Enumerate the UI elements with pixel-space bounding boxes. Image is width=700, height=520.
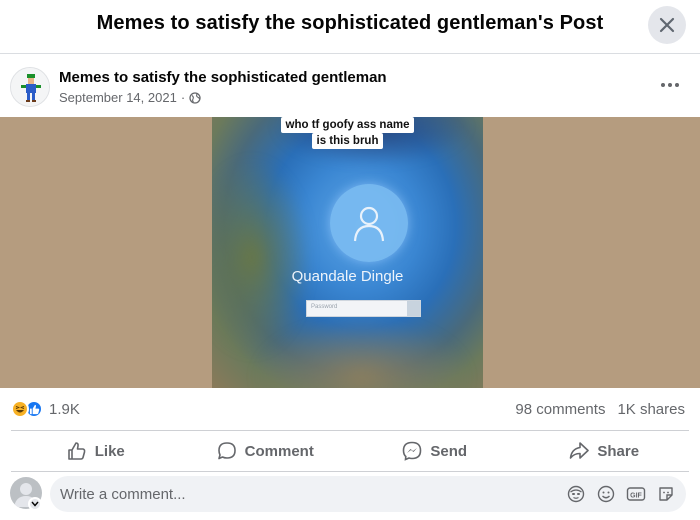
close-icon [659, 17, 675, 33]
user-account-icon [330, 184, 408, 262]
avatar-sticker-icon [567, 485, 585, 503]
page-name-link[interactable]: Memes to satisfy the sophisticated gentl… [59, 69, 387, 86]
share-button[interactable]: Share [520, 431, 690, 471]
send-label: Send [430, 442, 468, 460]
page-avatar[interactable] [10, 67, 50, 107]
post-stats: 1.9K 98 comments 1K shares [0, 388, 700, 430]
divider [11, 471, 689, 472]
meme-photo[interactable]: who tf goofy ass name is this bruh Quand… [212, 117, 483, 388]
luigi-avatar-icon [11, 68, 49, 106]
photo-blur [212, 157, 312, 357]
comment-input[interactable] [60, 476, 560, 512]
comment-box: GIF [50, 476, 686, 512]
password-box: Password [306, 300, 421, 317]
dialog-header: Memes to satisfy the sophisticated gentl… [0, 0, 700, 54]
send-button[interactable]: Send [350, 431, 520, 471]
sticker-button[interactable] [656, 484, 676, 504]
person-icon [353, 206, 385, 242]
comment-tools: GIF [566, 484, 676, 504]
submit-arrow-icon [407, 301, 420, 316]
comment-icon [217, 442, 236, 460]
shares-count-link[interactable]: 1K shares [617, 401, 685, 418]
post-actions: Like Comment Send Share [11, 431, 689, 471]
share-label: Share [597, 442, 640, 460]
post-media[interactable]: who tf goofy ass name is this bruh Quand… [0, 117, 700, 388]
login-username: Quandale Dingle [291, 268, 404, 285]
globe-icon [189, 91, 201, 104]
messenger-icon [403, 441, 422, 461]
comment-button[interactable]: Comment [181, 431, 351, 471]
more-dot [675, 83, 679, 87]
meme-caption: who tf goofy ass name is this bruh [212, 117, 483, 149]
svg-text:GIF: GIF [630, 492, 642, 499]
comments-count-link[interactable]: 98 comments [515, 401, 605, 418]
share-icon [570, 442, 590, 459]
emoji-icon [597, 485, 615, 503]
caption-line-2: is this bruh [311, 133, 384, 149]
engagement-counts: 98 comments 1K shares [515, 401, 685, 418]
like-label: Like [94, 442, 125, 460]
reactions-summary[interactable]: 1.9K [11, 400, 80, 418]
meta-separator: · [180, 90, 186, 105]
reaction-count: 1.9K [49, 400, 80, 418]
comment-composer: GIF [0, 474, 700, 520]
more-options-button[interactable] [658, 77, 682, 93]
post-date[interactable]: September 14, 2021 [59, 90, 177, 105]
close-button[interactable] [648, 6, 686, 44]
more-dot [661, 83, 665, 87]
gif-button[interactable]: GIF [626, 484, 646, 504]
emoji-button[interactable] [596, 484, 616, 504]
haha-icon [11, 400, 29, 418]
like-button[interactable]: Like [11, 431, 181, 471]
caption-line-1: who tf goofy ass name [280, 117, 415, 133]
chevron-down-icon [31, 501, 39, 507]
post-header: Memes to satisfy the sophisticated gentl… [0, 55, 700, 117]
avatar-sticker-button[interactable] [566, 484, 586, 504]
gif-icon: GIF [626, 487, 646, 501]
sticker-icon [659, 487, 673, 501]
avatar-dropdown-button[interactable] [28, 497, 42, 511]
post-meta: September 14, 2021 · [59, 90, 201, 105]
dialog-title: Memes to satisfy the sophisticated gentl… [96, 12, 604, 34]
like-outline-icon [67, 442, 86, 460]
more-dot [668, 83, 672, 87]
password-placeholder: Password [311, 304, 338, 310]
comment-label: Comment [244, 442, 314, 460]
